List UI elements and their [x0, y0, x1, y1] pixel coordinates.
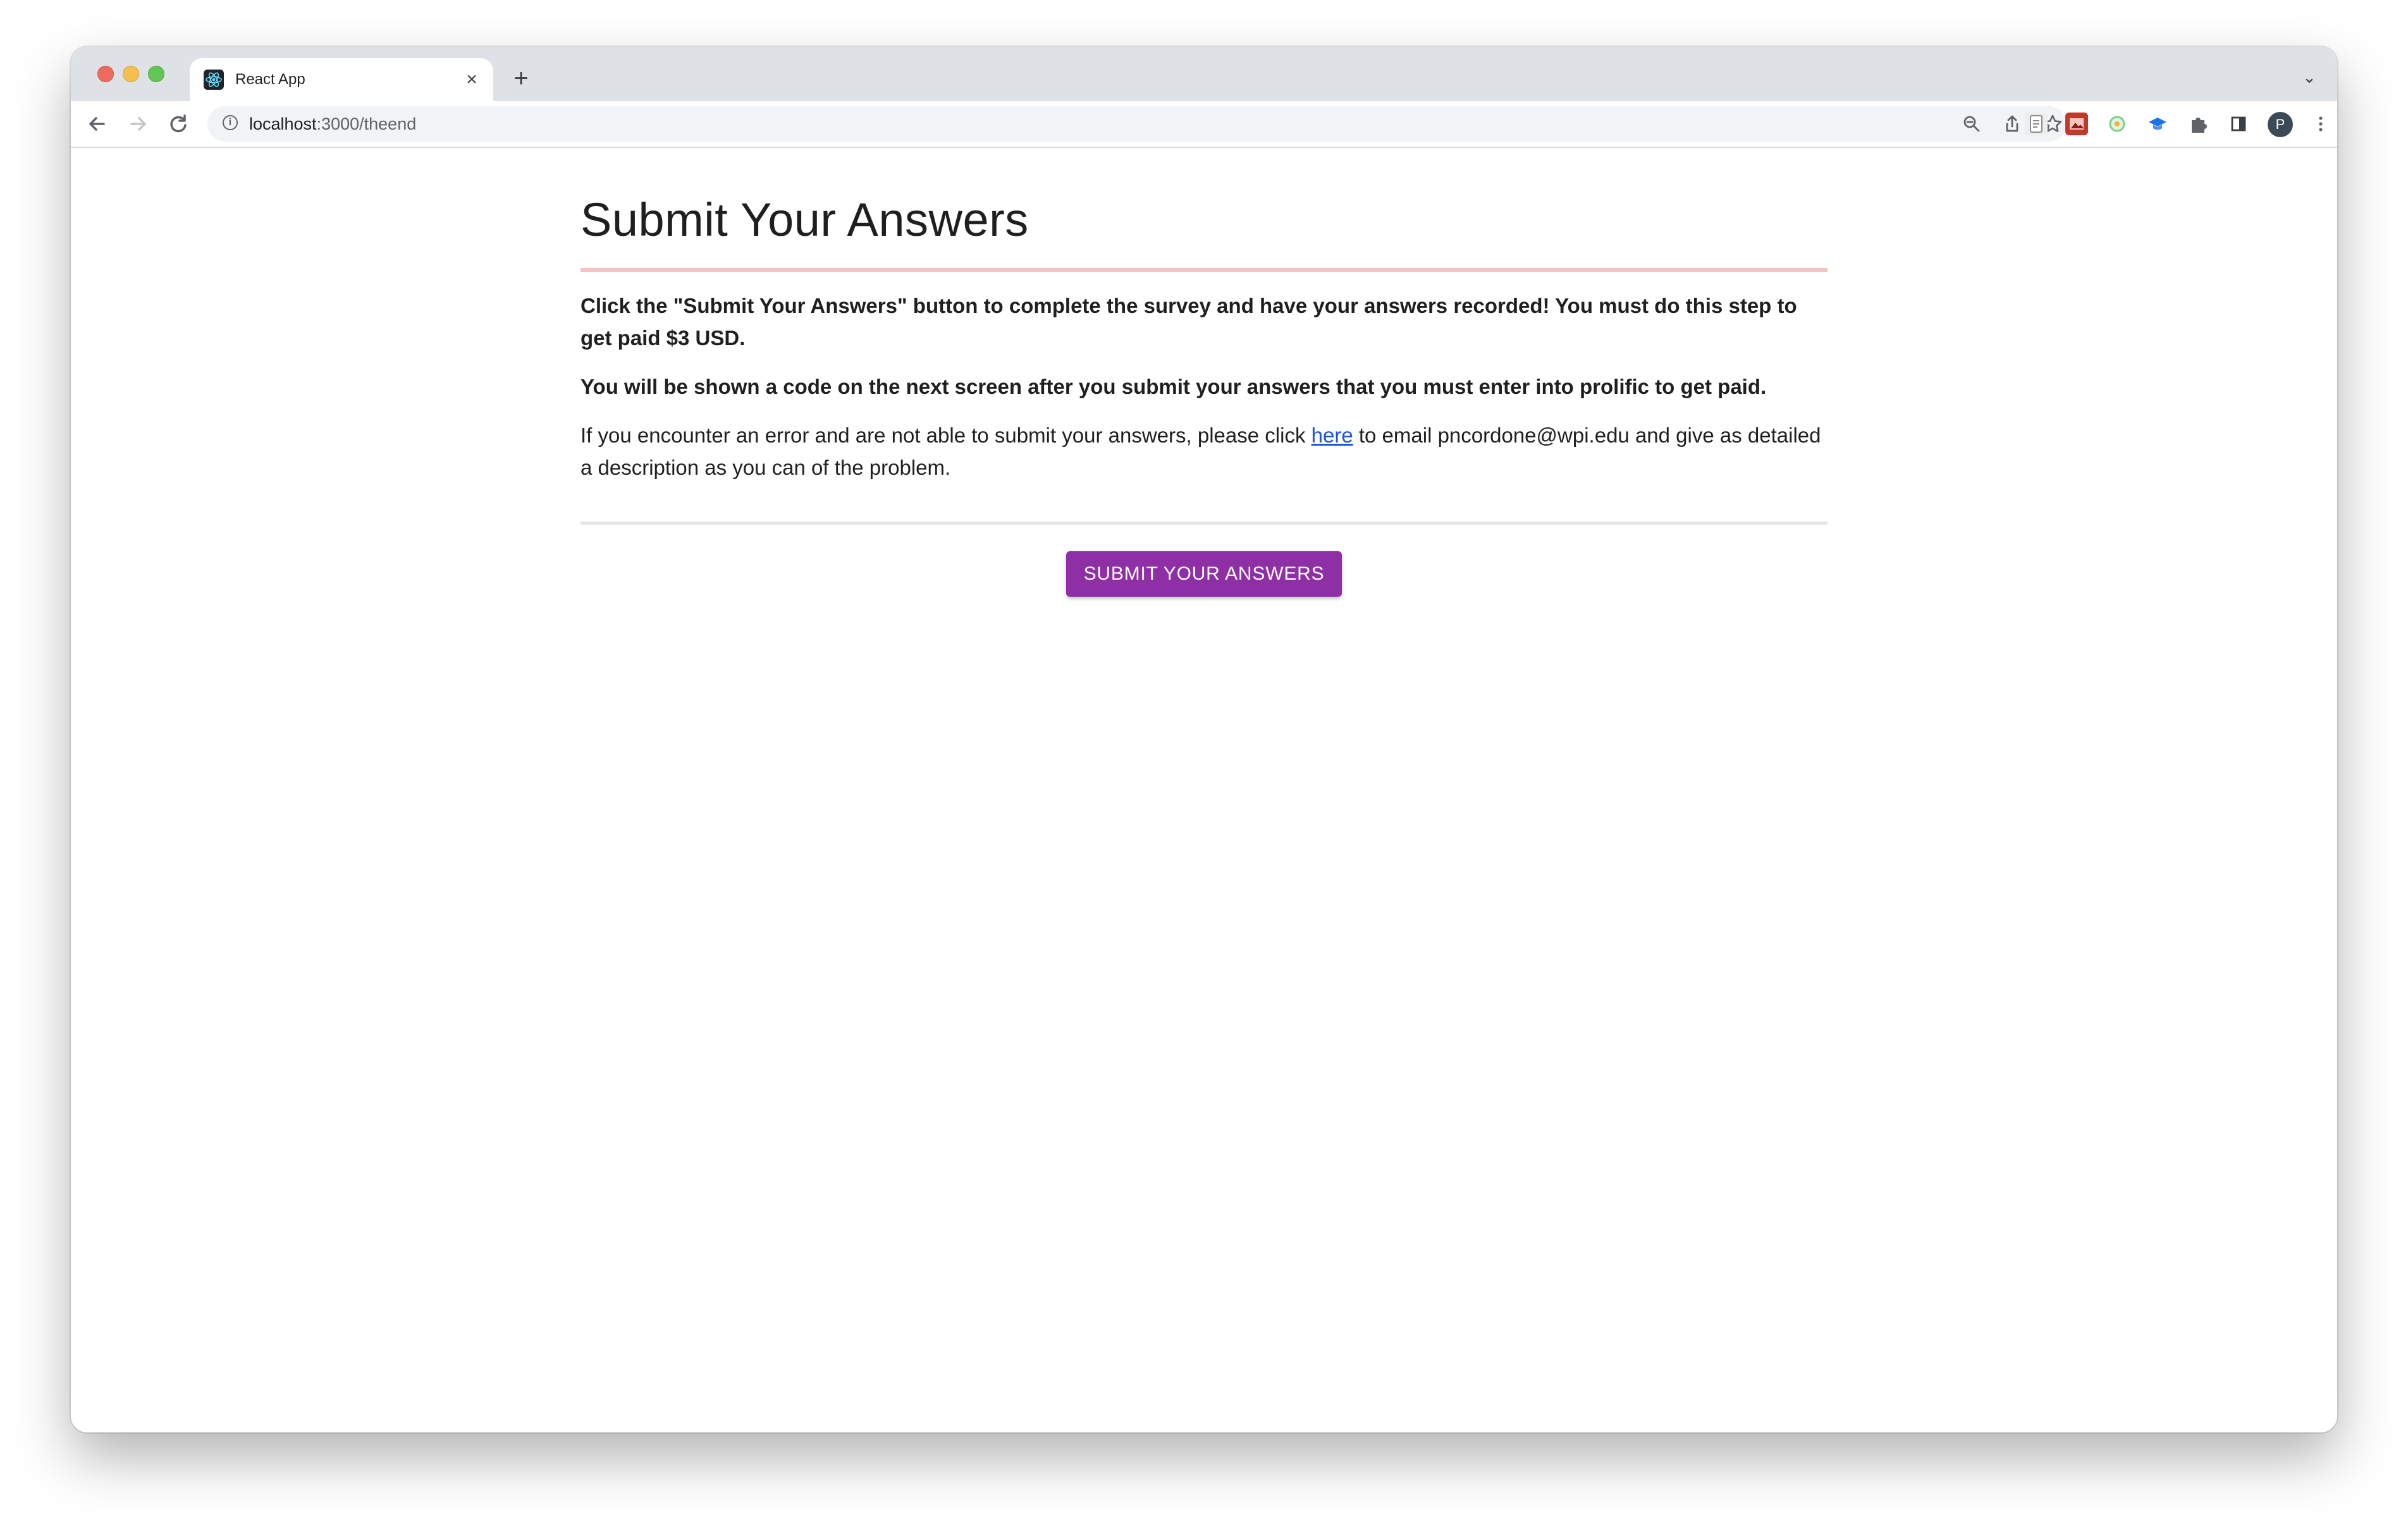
browser-toolbar: i localhost:3000/theend P [71, 101, 2337, 148]
browser-window: React App × + ⌄ i localhost:3000/theend [71, 47, 2337, 1432]
reload-icon[interactable] [163, 109, 194, 139]
info-icon[interactable]: i [223, 115, 238, 130]
page-content: Submit Your Answers Click the "Submit Yo… [580, 147, 1828, 597]
back-arrow-icon[interactable] [82, 109, 113, 139]
puzzle-icon[interactable] [2187, 113, 2209, 135]
tab-search-chevron-icon[interactable]: ⌄ [2298, 66, 2321, 89]
react-logo-icon [204, 70, 224, 90]
address-bar[interactable]: i localhost:3000/theend [207, 106, 2067, 142]
url-path: :3000/theend [316, 114, 417, 133]
side-panel-icon[interactable] [2227, 113, 2250, 135]
url-host: localhost [249, 114, 317, 133]
close-window-button[interactable] [97, 66, 114, 82]
instruction-paragraph: Click the "Submit Your Answers" button t… [580, 294, 1797, 350]
tab-title: React App [235, 71, 305, 88]
new-tab-button[interactable]: + [507, 64, 535, 92]
submit-answers-button[interactable]: SUBMIT YOUR ANSWERS [1066, 551, 1342, 597]
minimize-window-button[interactable] [123, 66, 139, 82]
email-here-link[interactable]: here [1312, 424, 1353, 447]
graduation-cap-extension-icon[interactable] [2146, 113, 2169, 135]
close-tab-icon[interactable]: × [462, 70, 482, 90]
tab-strip: React App × + ⌄ [71, 47, 2337, 101]
zoom-icon[interactable] [1960, 113, 1983, 135]
error-help-text-start: If you encounter an error and are not ab… [580, 424, 1312, 447]
maximize-window-button[interactable] [148, 66, 164, 82]
share-icon[interactable] [2001, 113, 2024, 135]
error-help-paragraph: If you encounter an error and are not ab… [580, 419, 1828, 484]
tab-react-app[interactable]: React App × [190, 58, 493, 101]
page-title: Submit Your Answers [580, 193, 1029, 246]
color-picker-extension-icon[interactable] [2106, 113, 2128, 135]
title-divider [580, 268, 1828, 272]
forward-arrow-icon[interactable] [123, 109, 153, 139]
url-text[interactable]: localhost:3000/theend [249, 106, 416, 142]
profile-avatar[interactable]: P [2268, 112, 2293, 137]
code-notice-paragraph: You will be shown a code on the next scr… [580, 375, 1767, 398]
section-divider [580, 522, 1828, 525]
document-extension-icon[interactable] [2025, 113, 2048, 135]
submit-button-row: SUBMIT YOUR ANSWERS [580, 551, 1828, 597]
kebab-menu-icon[interactable] [2309, 113, 2332, 135]
red-extension-icon[interactable] [2065, 113, 2088, 135]
